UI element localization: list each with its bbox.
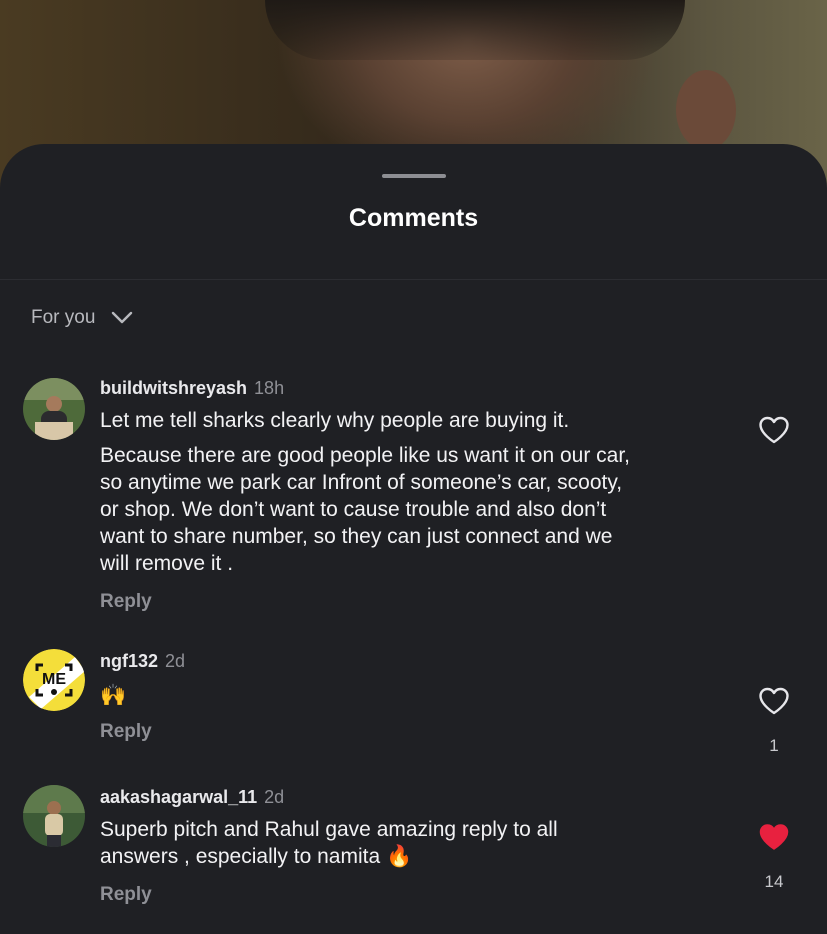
user-photo [23,785,85,847]
comment-line: answers , especially to namita 🔥 [100,845,413,868]
avatar[interactable] [23,378,85,440]
comment-time: 2d [264,787,285,807]
chevron-down-icon [112,311,133,324]
comment-time: 18h [254,378,285,398]
comment-text: Let me tell sharks clearly why people ar… [100,407,740,434]
comment-line: want to share number, so they can just c… [100,525,613,548]
like-count: 1 [769,736,779,755]
sheet-title: Comments [348,204,479,232]
user-photo: ME [23,649,85,711]
comment-line: Superb pitch and Rahul gave amazing repl… [100,818,558,841]
heart-icon[interactable] [758,416,790,444]
comment-item: ME ngf132 2d 🙌 Reply 1 [0,649,827,769]
comment-time: 2d [165,651,186,671]
comment-text: Because there are good people like us wa… [100,442,740,577]
reply-button[interactable]: Reply [100,591,152,613]
comment-line: or shop. We don’t want to cause trouble … [100,498,607,521]
sort-dropdown[interactable]: For you [31,307,133,329]
video-subject-hair [265,0,685,60]
like-count: 14 [764,872,784,891]
comment-text: Superb pitch and Rahul gave amazing repl… [100,816,740,870]
sort-label: For you [31,307,96,328]
avatar[interactable]: ME [23,649,85,711]
comment-emoji: 🙌 [100,684,127,707]
user-photo [23,378,85,440]
comment-text: 🙌 [100,682,740,709]
avatar-text: ME [42,671,66,688]
comment-username[interactable]: ngf132 [100,651,158,671]
video-subject-ear [676,70,736,150]
comment-username[interactable]: aakashagarwal_11 [100,787,257,807]
header-divider [0,279,827,280]
comment-line: Because there are good people like us wa… [100,444,631,467]
comment-line: will remove it . [100,552,234,575]
sheet-drag-handle[interactable] [382,174,446,178]
comment-username[interactable]: buildwitshreyash [100,378,247,398]
avatar[interactable] [23,785,85,847]
reply-button[interactable]: Reply [100,721,152,743]
reply-button[interactable]: Reply [100,884,152,906]
comment-line: so anytime we park car Infront of someon… [100,471,623,494]
comment-item: aakashagarwal_11 2d Superb pitch and Rahu… [0,785,827,925]
heart-icon[interactable] [758,823,790,851]
comment-line: Let me tell sharks clearly why people ar… [100,409,570,432]
heart-icon[interactable] [758,687,790,715]
comment-item: buildwitshreyash 18h Let me tell sharks c… [0,376,827,626]
